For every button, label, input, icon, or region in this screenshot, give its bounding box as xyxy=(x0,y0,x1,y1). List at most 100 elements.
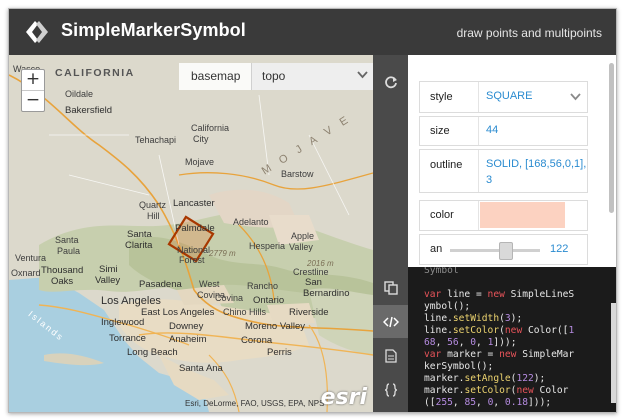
style-label: style xyxy=(430,91,453,103)
code-line: marker.setAngle(122); xyxy=(424,373,546,384)
code-line: ymbol(); xyxy=(424,301,471,312)
color-row[interactable]: color xyxy=(419,200,588,231)
map-label-quartz-hill: Quartz xyxy=(139,200,167,210)
map-label-torrance: Torrance xyxy=(109,333,146,344)
map-label-bakersfield: Bakersfield xyxy=(65,105,112,116)
copy-icon xyxy=(383,280,398,295)
refresh-button[interactable] xyxy=(373,65,408,98)
panel-scrollbar[interactable] xyxy=(609,63,614,213)
code-line: 68, 56, 0, 1])); xyxy=(424,337,517,348)
app-window: SimpleMarkerSymbol draw points and multi… xyxy=(8,8,617,413)
basemap-select[interactable]: topo xyxy=(251,63,373,90)
json-button[interactable] xyxy=(373,373,408,406)
map-label-santa-paula: Santa xyxy=(55,235,79,245)
chevron-down-icon xyxy=(570,93,581,101)
angle-slider-track[interactable] xyxy=(450,249,540,252)
map-label-perris: Perris xyxy=(267,347,292,358)
map-label-long-beach: Long Beach xyxy=(127,347,178,358)
style-row[interactable]: style SQUARE xyxy=(419,81,588,113)
map-view[interactable]: Wasco CALIFORNIA Oildale Bakersfield Teh… xyxy=(9,55,373,412)
zoom-out-button[interactable]: − xyxy=(22,90,44,111)
esri-logo: esri xyxy=(320,385,367,410)
map-label-barstow: Barstow xyxy=(281,169,314,179)
map-label-santa-paula-2: Paula xyxy=(57,246,81,256)
document-icon xyxy=(384,348,397,363)
code-editor[interactable]: Symbol var line = new SimpleLineS ymbol(… xyxy=(408,267,616,412)
map-label-elevation-1: 2779 m xyxy=(209,249,236,258)
map-label-california-city: California xyxy=(191,123,230,133)
map-label-los-angeles: Los Angeles xyxy=(101,295,161,307)
map-label-santa-ana: Santa Ana xyxy=(179,363,223,374)
map-label-national-forest-2: Forest xyxy=(179,255,205,265)
map-label-anaheim: Anaheim xyxy=(169,334,207,345)
map-label-tehachapi: Tehachapi xyxy=(135,135,177,145)
outline-label: outline xyxy=(430,159,463,171)
app-title: SimpleMarkerSymbol xyxy=(61,20,246,40)
outline-row[interactable]: outline SOLID, [168,56,0,1], 3 xyxy=(419,149,588,193)
zoom-control: + − xyxy=(21,69,45,112)
code-icon xyxy=(382,316,399,327)
map-label-quartz-hill-2: Hill xyxy=(147,211,160,221)
color-swatch[interactable] xyxy=(480,202,565,228)
map-label-chino-hills: Chino Hills xyxy=(223,307,267,317)
copy-button[interactable] xyxy=(373,271,408,304)
code-scrollbar[interactable] xyxy=(611,303,616,403)
code-content: Symbol var line = new SimpleLineS ymbol(… xyxy=(424,267,574,409)
chevron-down-icon xyxy=(357,71,368,79)
map-label-san-bernardino: San xyxy=(305,277,322,288)
map-label-downey: Downey xyxy=(169,321,204,332)
map-label-oildale: Oildale xyxy=(65,89,94,99)
angle-slider-thumb[interactable] xyxy=(499,242,513,260)
map-label-ventura: Ventura xyxy=(15,253,47,263)
angle-row: an 122 xyxy=(419,234,588,265)
map-label-simi-valley-2: Valley xyxy=(95,275,121,286)
code-line: line.setColor(new Color([1 xyxy=(424,325,575,336)
map-label-pasadena: Pasadena xyxy=(139,279,182,290)
basemap-selected-value: topo xyxy=(262,69,286,83)
logo-icon xyxy=(26,21,48,43)
map-label-crestline: Crestline xyxy=(293,267,329,277)
code-line: ([255, 85, 0, 0.18])); xyxy=(424,397,552,408)
map-label-east-los-angeles: East Los Angeles xyxy=(141,307,215,318)
style-value: SQUARE xyxy=(486,90,533,102)
map-label-riverside: Riverside xyxy=(289,307,329,318)
map-label-california: CALIFORNIA xyxy=(55,67,135,79)
map-label-mojave: Mojave xyxy=(185,157,215,167)
size-row[interactable]: size 44 xyxy=(419,116,588,146)
app-header: SimpleMarkerSymbol draw points and multi… xyxy=(9,9,616,55)
row-divider xyxy=(478,201,479,230)
code-line: var marker = new SimpleMar xyxy=(424,349,575,360)
code-line: Symbol xyxy=(424,267,459,276)
map-label-inglewood: Inglewood xyxy=(101,317,145,328)
map-label-adelanto: Adelanto xyxy=(233,217,269,227)
outline-value-width: 3 xyxy=(486,174,493,186)
properties-panel: style SQUARE size 44 outline SOLID, [168… xyxy=(408,55,616,267)
angle-value: 122 xyxy=(550,243,569,255)
basemap-label: basemap xyxy=(179,63,253,90)
map-label-thousand-oaks: Thousand xyxy=(41,265,84,276)
map-attribution: Esri, DeLorme, FAO, USGS, EPA, NPS xyxy=(185,399,325,408)
map-label-ontario: Ontario xyxy=(253,295,285,306)
header-subtitle: draw points and multipoints xyxy=(456,26,602,40)
map-label-santa-clarita: Santa xyxy=(127,229,152,240)
map-label-apple-valley-2: Valley xyxy=(289,242,313,252)
map-label-apple-valley: Apple xyxy=(291,231,315,241)
side-toolbar xyxy=(373,55,408,412)
document-button[interactable] xyxy=(373,339,408,372)
zoom-in-button[interactable]: + xyxy=(22,70,44,90)
size-label: size xyxy=(430,125,450,137)
basemap-control: basemap topo xyxy=(179,63,373,90)
map-label-thousand-oaks-2: Oaks xyxy=(51,276,74,287)
code-view-button[interactable] xyxy=(373,305,408,338)
map-label-santa-clarita-2: Clarita xyxy=(125,240,153,251)
map-label-west-covina: West xyxy=(199,279,220,289)
map-label-simi-valley: Simi xyxy=(99,264,118,275)
json-braces-icon xyxy=(384,382,397,397)
row-divider xyxy=(478,82,479,112)
map-label-oxnard: Oxnard xyxy=(11,268,41,278)
row-divider xyxy=(478,150,479,192)
map-label-national-forest: National xyxy=(177,245,211,255)
outline-value: SOLID, [168,56,0,1], xyxy=(486,158,587,170)
map-label-covina: Covina xyxy=(215,293,244,303)
color-label: color xyxy=(430,209,454,221)
